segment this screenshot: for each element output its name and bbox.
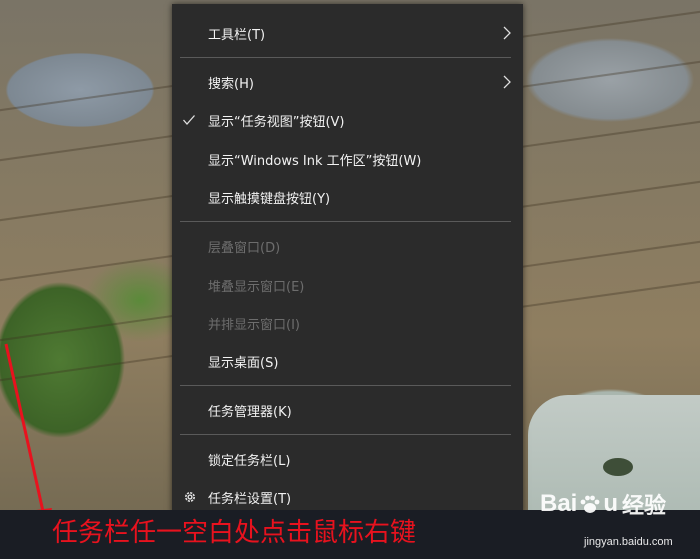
menu-separator [180,57,511,58]
menu-item-show-windows-ink[interactable]: 显示“Windows Ink 工作区”按钮(W) [172,144,523,174]
menu-item-label: 工具栏(T) [208,27,266,43]
menu-item-task-manager[interactable]: 任务管理器(K) [172,395,523,425]
menu-item-label: 堆叠显示窗口(E) [208,279,305,295]
menu-separator [180,221,511,222]
taskbar-context-menu: 工具栏(T) 搜索(H) 显示“任务视图”按钮(V) 显示“Windows In… [172,4,523,514]
paw-icon [580,495,600,513]
menu-item-taskbar-settings[interactable]: 任务栏设置(T) [172,482,523,512]
watermark-brand-right: u [603,490,619,517]
watermark-url: jingyan.baidu.com [584,536,673,548]
menu-separator [180,385,511,386]
gear-icon [185,492,195,502]
menu-separator [180,434,511,435]
baidu-jingyan-watermark: Bai u 经验 [540,488,666,520]
menu-item-side-by-side-windows: 并排显示窗口(I) [172,308,523,338]
menu-item-lock-taskbar[interactable]: 锁定任务栏(L) [172,444,523,474]
watermark-brand-left: Bai [540,490,578,517]
checkmark-icon [183,115,195,125]
menu-item-label: 显示触摸键盘按钮(Y) [208,191,331,207]
menu-item-label: 锁定任务栏(L) [208,453,291,469]
chevron-right-icon [503,75,511,89]
menu-item-label: 显示桌面(S) [208,355,279,371]
menu-item-label: 显示“Windows Ink 工作区”按钮(W) [208,153,422,169]
menu-item-label: 显示“任务视图”按钮(V) [208,114,345,130]
menu-item-show-task-view[interactable]: 显示“任务视图”按钮(V) [172,105,523,135]
menu-item-cascade-windows: 层叠窗口(D) [172,231,523,261]
menu-item-show-touch-keyboard[interactable]: 显示触摸键盘按钮(Y) [172,182,523,212]
watermark-brand-cn: 经验 [622,493,667,518]
menu-item-label: 并排显示窗口(I) [208,317,300,333]
instruction-caption: 任务栏任一空白处点击鼠标右键 [52,518,417,548]
menu-item-stack-windows: 堆叠显示窗口(E) [172,270,523,300]
menu-item-label: 任务栏设置(T) [208,491,292,507]
menu-item-toolbars[interactable]: 工具栏(T) [172,18,523,48]
menu-item-show-desktop[interactable]: 显示桌面(S) [172,346,523,376]
menu-item-label: 层叠窗口(D) [208,240,281,256]
menu-item-search[interactable]: 搜索(H) [172,67,523,97]
menu-item-label: 搜索(H) [208,76,254,92]
menu-item-label: 任务管理器(K) [208,404,292,420]
chevron-right-icon [503,26,511,40]
